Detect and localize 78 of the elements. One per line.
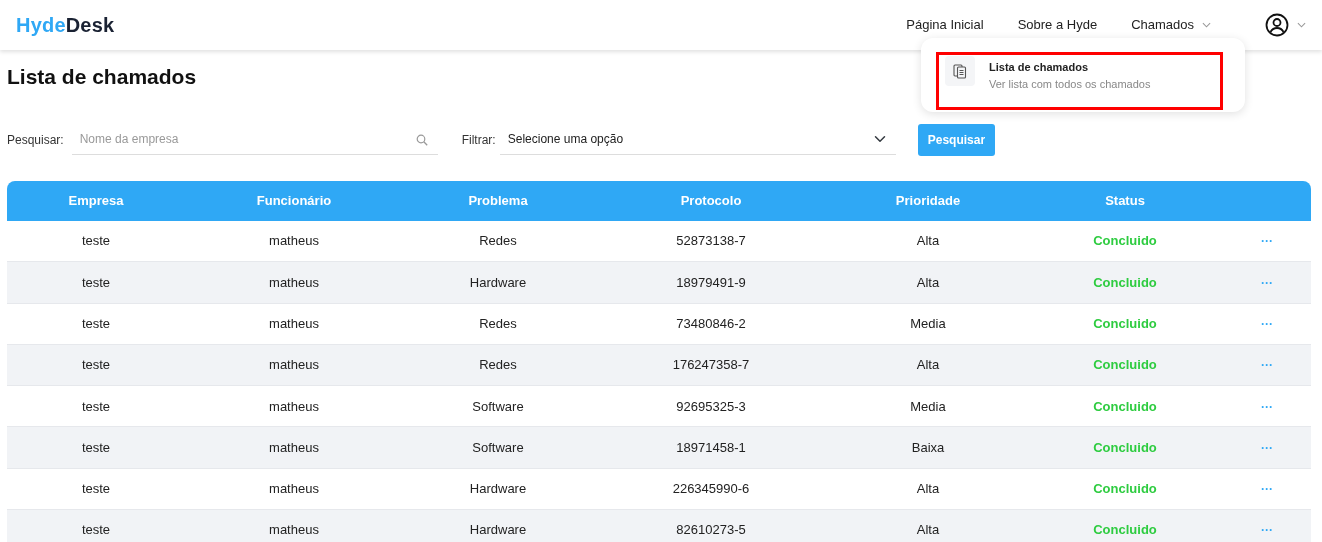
table-cell: teste	[7, 344, 185, 386]
table-cell: 176247358-7	[593, 344, 829, 386]
table-cell: Baixa	[829, 427, 1027, 469]
more-options-link[interactable]: ···	[1261, 275, 1273, 290]
table-cell: teste	[7, 220, 185, 262]
table-cell: 92695325-3	[593, 385, 829, 427]
search-field[interactable]: Nome da empresa	[71, 124, 438, 155]
table-cell: Alta	[829, 344, 1027, 386]
nav-dropdown[interactable]: Chamados	[1131, 15, 1194, 35]
search-button[interactable]: Pesquisar	[917, 123, 996, 156]
table-cell: Software	[403, 427, 593, 469]
more-options-link[interactable]: ···	[1261, 482, 1273, 497]
table-cell: matheus	[185, 220, 403, 262]
table-cell: matheus	[185, 468, 403, 510]
status-text: Concluido	[1027, 509, 1223, 542]
user-avatar-icon[interactable]	[1265, 13, 1289, 37]
table-cell: teste	[7, 261, 185, 304]
caret-icon	[1202, 22, 1211, 28]
column-header: Status	[1027, 180, 1223, 221]
column-header: Empresa	[7, 180, 185, 221]
table-cell: Alta	[829, 468, 1027, 510]
search-label: Pesquisar:	[7, 131, 64, 149]
nav-link[interactable]: Página Inicial	[906, 15, 984, 35]
search-icon	[415, 133, 428, 146]
table-cell: teste	[7, 427, 185, 469]
table-cell: Alta	[829, 509, 1027, 542]
table-cell: Alta	[829, 261, 1027, 304]
page-title: Lista de chamados	[7, 64, 197, 90]
status-text: Concluido	[1027, 385, 1223, 427]
table-cell: Hardware	[403, 509, 593, 542]
filter-label: Filtrar:	[461, 131, 496, 149]
status-text: Concluido	[1027, 344, 1223, 386]
more-options-link[interactable]: ···	[1261, 234, 1273, 249]
table-cell: 73480846-2	[593, 303, 829, 345]
table-cell: Alta	[829, 220, 1027, 262]
table-cell: matheus	[185, 427, 403, 469]
table-cell: 226345990-6	[593, 468, 829, 510]
status-text: Concluido	[1027, 220, 1223, 262]
more-options-link[interactable]: ···	[1261, 399, 1273, 414]
table-cell: teste	[7, 385, 185, 427]
table-cell: Media	[829, 303, 1027, 345]
table-cell: Redes	[403, 303, 593, 345]
table-cell: matheus	[185, 509, 403, 542]
table-cell: teste	[7, 509, 185, 542]
table-cell: 18971458-1	[593, 427, 829, 469]
caret-icon	[1297, 22, 1306, 28]
table-cell: 18979491-9	[593, 261, 829, 304]
table-cell: Software	[403, 385, 593, 427]
logo[interactable]: HydeDesk	[16, 10, 115, 40]
more-options-link[interactable]: ···	[1261, 523, 1273, 538]
table-cell: Redes	[403, 220, 593, 262]
table-cell: matheus	[185, 261, 403, 304]
status-text: Concluido	[1027, 468, 1223, 510]
column-header: Problema	[403, 180, 593, 221]
status-text: Concluido	[1027, 427, 1223, 469]
table-cell: Hardware	[403, 261, 593, 304]
nav-link[interactable]: Sobre a Hyde	[1017, 15, 1098, 35]
more-options-link[interactable]: ···	[1261, 440, 1273, 455]
more-options-link[interactable]: ···	[1261, 317, 1273, 331]
column-header: Funcionário	[185, 180, 403, 221]
menu-item-title[interactable]: Lista de chamados	[989, 61, 1151, 75]
table-cell: Redes	[403, 344, 593, 386]
table-cell: teste	[7, 303, 185, 345]
table-cell: matheus	[185, 385, 403, 427]
table-cell: matheus	[185, 344, 403, 386]
menu-item-description: Ver lista com todos os chamados	[989, 78, 1151, 92]
column-header: Protocolo	[593, 180, 829, 221]
table-cell: teste	[7, 468, 185, 510]
more-options-link[interactable]: ···	[1261, 358, 1273, 373]
table-cell: Hardware	[403, 468, 593, 510]
column-header: Prioridade	[829, 180, 1027, 221]
table-cell: 52873138-7	[593, 220, 829, 262]
status-text: Concluido	[1027, 303, 1223, 345]
clipboard-icon	[953, 63, 967, 79]
table-cell: matheus	[185, 303, 403, 345]
table-cell: Media	[829, 385, 1027, 427]
status-text: Concluido	[1027, 261, 1223, 304]
table-cell: 82610273-5	[593, 509, 829, 542]
